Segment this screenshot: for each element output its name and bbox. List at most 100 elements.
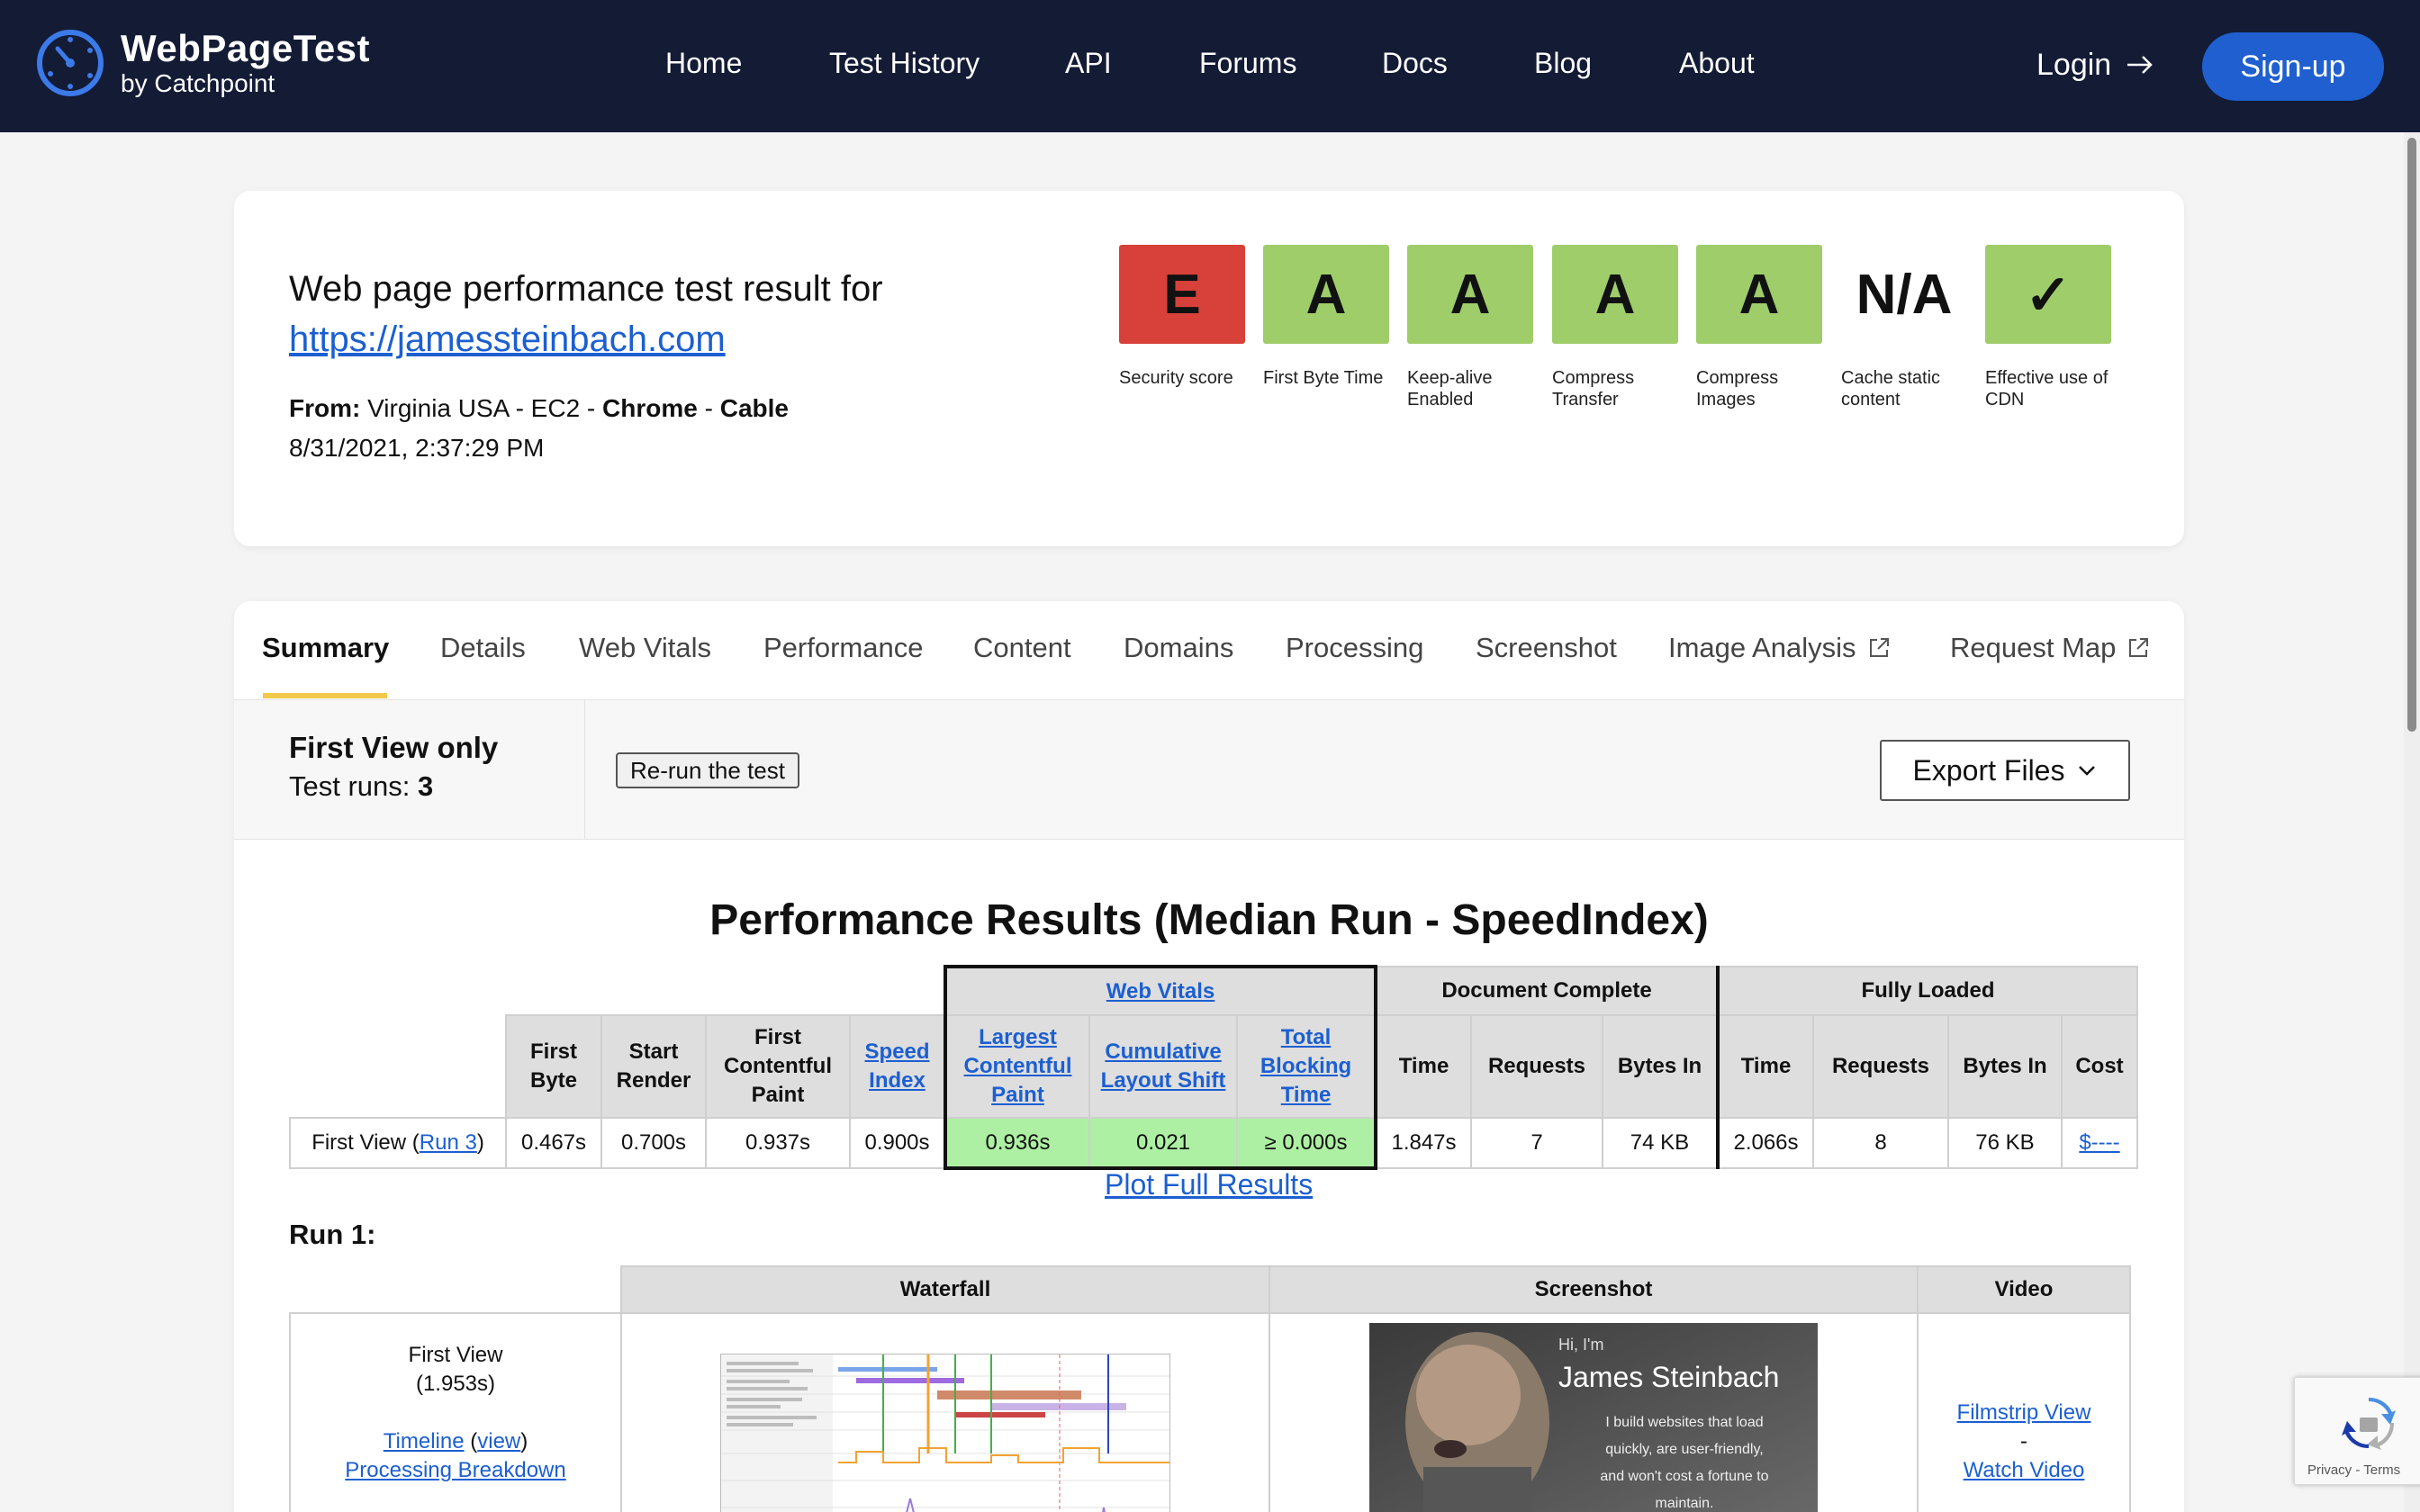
signup-button[interactable]: Sign-up xyxy=(2202,32,2384,101)
separator-text: - xyxy=(704,394,713,422)
tested-url-link[interactable]: https://jamessteinbach.com xyxy=(289,317,726,362)
tab-request-map[interactable]: Request Map xyxy=(1950,628,2150,668)
grade-cdn[interactable]: ✓ Effective use of CDN xyxy=(1985,245,2111,410)
tbt-link[interactable]: Total Blocking Time xyxy=(1260,1025,1351,1107)
speed-index-link[interactable]: Speed Index xyxy=(864,1040,929,1093)
export-files-button[interactable]: Export Files xyxy=(1880,740,2130,801)
processing-breakdown-link[interactable]: Processing Breakdown xyxy=(345,1458,565,1482)
cls-link[interactable]: Cumulative Layout Shift xyxy=(1101,1040,1226,1093)
tab-image-analysis-label: Image Analysis xyxy=(1668,632,1856,663)
cls-value: 0.021 xyxy=(1088,1117,1238,1170)
screenshot-greeting: Hi, I'm xyxy=(1558,1336,1604,1354)
logo-title: WebPageTest xyxy=(121,27,371,69)
waterfall-chart-image xyxy=(721,1354,1169,1512)
tab-content[interactable]: Content xyxy=(973,628,1071,668)
tab-performance[interactable]: Performance xyxy=(763,628,923,668)
grade-value: A xyxy=(1552,245,1678,344)
view-mode-label: First View only xyxy=(289,731,499,764)
run-info-bar: First View only Test runs: 3 Re-run the … xyxy=(234,700,2184,840)
grade-compress-images[interactable]: A Compress Images xyxy=(1696,245,1822,410)
grade-label: Effective use of CDN xyxy=(1985,368,2108,410)
nav-home[interactable]: Home xyxy=(665,43,742,83)
recaptcha-icon xyxy=(2342,1397,2396,1450)
grade-label: First Byte Time xyxy=(1263,368,1384,388)
web-vitals-link[interactable]: Web Vitals xyxy=(1106,979,1215,1004)
test-date: 8/31/2021, 2:37:29 PM xyxy=(289,434,545,462)
grade-cache-static[interactable]: N/A Cache static content xyxy=(1841,245,1967,410)
run-1-heading: Run 1: xyxy=(289,1219,376,1250)
run-1-table: Waterfall Screenshot Video First View (1… xyxy=(289,1265,2131,1512)
grade-label: Cache static content xyxy=(1841,368,1941,410)
nav-forums[interactable]: Forums xyxy=(1199,43,1296,83)
logo[interactable]: WebPageTest by Catchpoint xyxy=(34,27,370,99)
tab-processing[interactable]: Processing xyxy=(1286,628,1423,668)
filmstrip-view-link[interactable]: Filmstrip View xyxy=(1957,1400,2091,1425)
tab-web-vitals[interactable]: Web Vitals xyxy=(579,628,711,668)
first-view-label: First View xyxy=(408,1343,503,1367)
test-location: From: Virginia USA - EC2 - Chrome - Cabl… xyxy=(289,392,789,425)
document-complete-group-header: Document Complete xyxy=(1374,966,1719,1016)
grade-value: A xyxy=(1696,245,1822,344)
recaptcha-badge[interactable]: Privacy - Terms xyxy=(2294,1377,2420,1485)
video-cell: Filmstrip View - Watch Video xyxy=(1917,1312,2131,1512)
grade-keep-alive[interactable]: A Keep-alive Enabled xyxy=(1407,245,1533,410)
location-text: Virginia USA - EC2 - xyxy=(367,394,596,422)
result-tabs: Summary Details Web Vitals Performance C… xyxy=(234,601,2184,700)
nav-docs[interactable]: Docs xyxy=(1382,43,1448,83)
timeline-links: Timeline (view) xyxy=(383,1429,528,1454)
nav-test-history[interactable]: Test History xyxy=(829,43,980,83)
test-runs-value: 3 xyxy=(418,770,434,802)
tab-screenshot[interactable]: Screenshot xyxy=(1476,628,1617,668)
tab-summary[interactable]: Summary xyxy=(262,628,389,668)
dc-bytes-header: Bytes In xyxy=(1602,1014,1719,1119)
performance-results-table: Web Vitals Document Complete Fully Loade… xyxy=(289,965,2138,1170)
page-scrollbar[interactable] xyxy=(2404,132,2420,1512)
tab-domains[interactable]: Domains xyxy=(1124,628,1233,668)
scrollbar-thumb[interactable] xyxy=(2407,138,2416,732)
performance-results-title: Performance Results (Median Run - SpeedI… xyxy=(709,896,1709,944)
dc-requests-value: 7 xyxy=(1470,1117,1603,1169)
grade-first-byte[interactable]: A First Byte Time xyxy=(1263,245,1389,389)
dc-time-value: 1.847s xyxy=(1374,1117,1472,1169)
waterfall-cell xyxy=(620,1312,1270,1512)
from-label: From: xyxy=(289,394,361,422)
grade-value: ✓ xyxy=(1985,245,2111,344)
grade-security[interactable]: E Security score xyxy=(1119,245,1245,389)
login-link[interactable]: Login xyxy=(2036,43,2154,86)
screenshot-thumbnail[interactable]: Hi, I'm James Steinbach I build websites… xyxy=(1369,1323,1818,1512)
waterfall-header: Waterfall xyxy=(620,1265,1270,1314)
nav-blog[interactable]: Blog xyxy=(1534,43,1592,83)
export-files-label: Export Files xyxy=(1912,753,2065,787)
grade-compress-transfer[interactable]: A Compress Transfer xyxy=(1552,245,1678,410)
cost-header: Cost xyxy=(2061,1014,2138,1119)
fully-loaded-group-header: Fully Loaded xyxy=(1716,966,2138,1016)
rerun-test-button[interactable]: Re-run the test xyxy=(616,752,799,788)
lcp-link[interactable]: Largest Contentful Paint xyxy=(964,1025,1072,1107)
row-label-header xyxy=(290,1015,506,1119)
test-runs-count: Test runs: 3 xyxy=(289,769,433,805)
watch-video-link[interactable]: Watch Video xyxy=(1964,1458,2085,1482)
connection-text: Cable xyxy=(719,394,789,422)
waterfall-thumbnail[interactable] xyxy=(720,1354,1170,1512)
tab-image-analysis[interactable]: Image Analysis xyxy=(1668,628,1891,668)
login-label: Login xyxy=(2036,48,2112,82)
table-row: First View (1.953s) Timeline (view) Proc… xyxy=(289,1312,2131,1512)
nav-about[interactable]: About xyxy=(1679,43,1755,83)
arrow-right-icon xyxy=(2127,56,2153,74)
plot-full-results-link[interactable]: Plot Full Results xyxy=(1105,1166,1313,1202)
timeline-link[interactable]: Timeline xyxy=(384,1429,465,1454)
external-link-icon xyxy=(1869,638,1889,657)
nav-api[interactable]: API xyxy=(1065,43,1112,83)
first-view-cell: First View (1.953s) Timeline (view) Proc… xyxy=(289,1312,622,1512)
first-view-row-label: First View (Run 3) xyxy=(289,1117,507,1169)
tab-details[interactable]: Details xyxy=(440,628,526,668)
run-3-link[interactable]: Run 3 xyxy=(420,1130,477,1155)
tbt-value: ≥ 0.000s xyxy=(1236,1117,1377,1170)
test-runs-label: Test runs: xyxy=(289,770,411,802)
timeline-view-link[interactable]: view xyxy=(477,1429,520,1454)
screenshot-cell: Hi, I'm James Steinbach I build websites… xyxy=(1269,1312,1919,1512)
recaptcha-terms[interactable]: Privacy - Terms xyxy=(2307,1462,2400,1478)
lcp-header: Largest Contentful Paint xyxy=(944,1014,1090,1119)
fl-requests-value: 8 xyxy=(1812,1117,1949,1169)
cost-link[interactable]: $---- xyxy=(2079,1130,2119,1155)
